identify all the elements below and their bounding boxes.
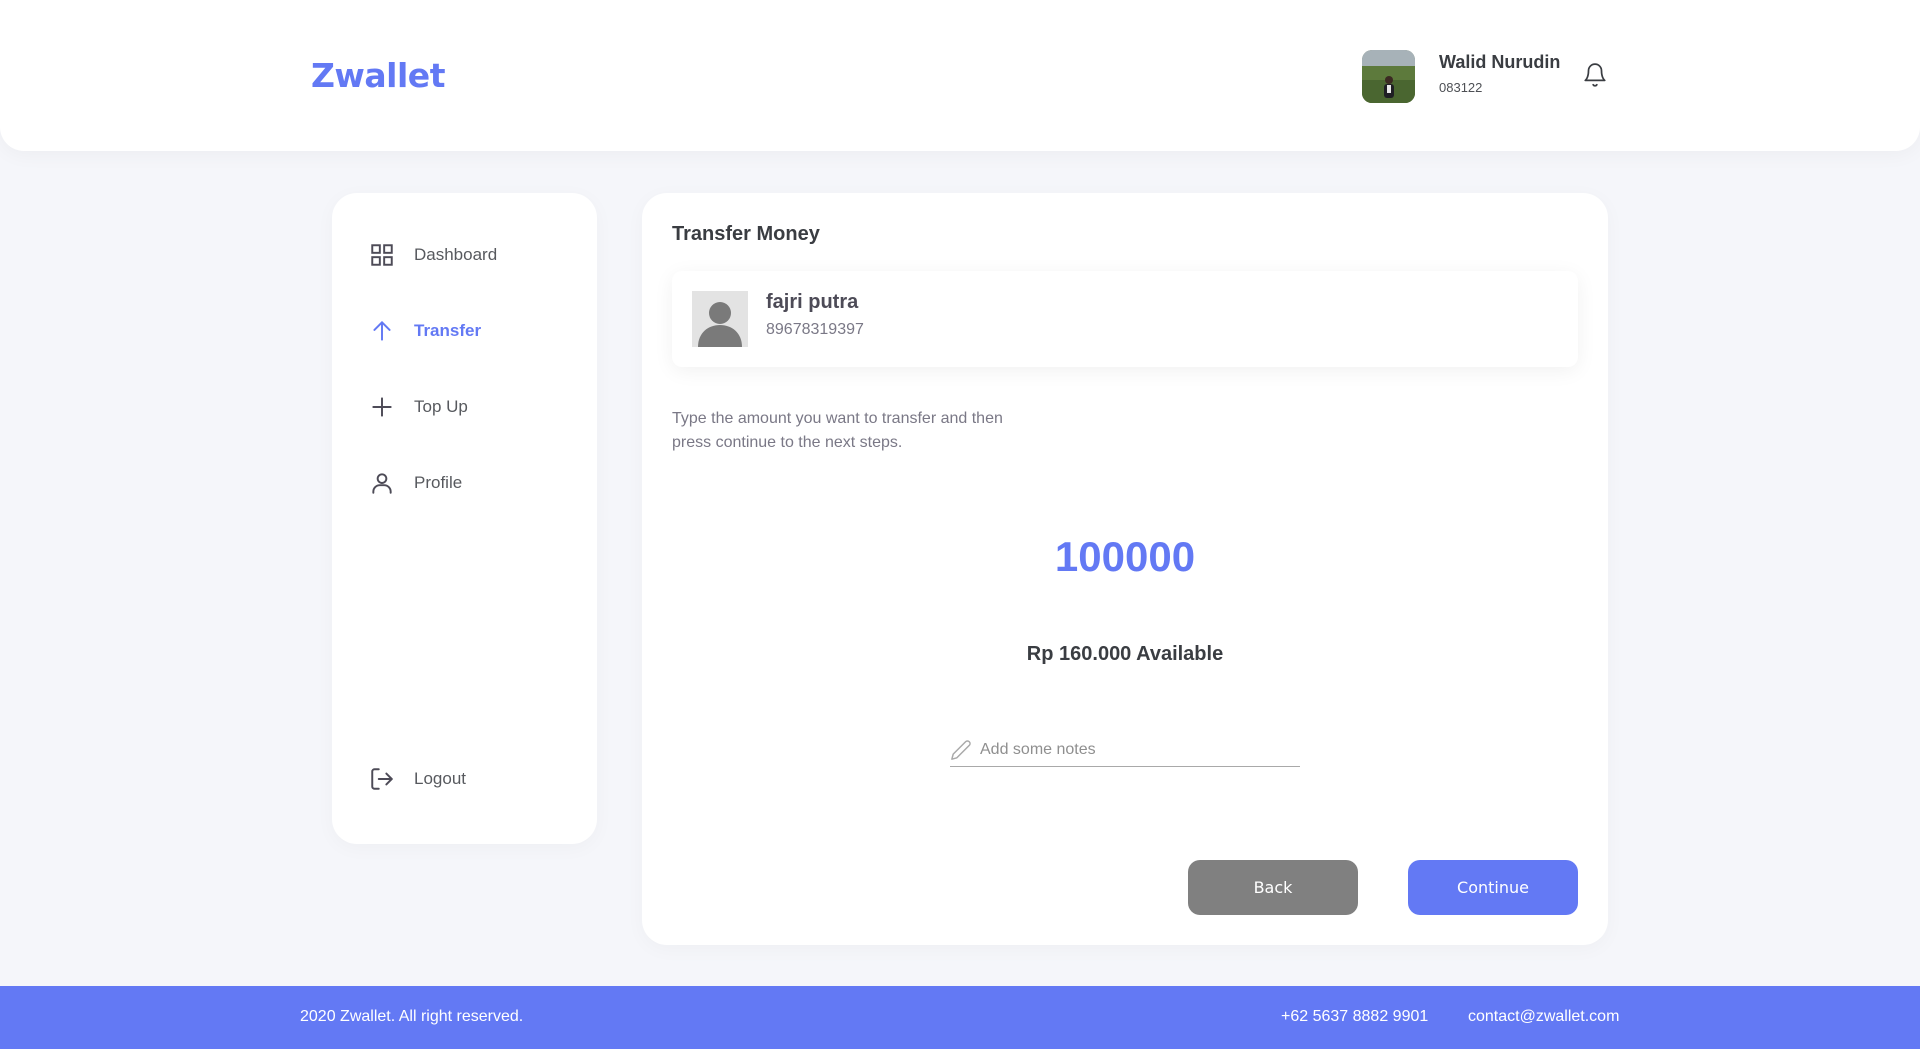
avatar-photo xyxy=(1362,50,1415,103)
recipient-name: fajri putra xyxy=(766,291,859,313)
top-header: Zwallet Walid Nurudin 083122 xyxy=(0,0,1920,151)
page-title: Transfer Money xyxy=(672,223,820,245)
sidebar: Dashboard Transfer Top Up Profile Logout xyxy=(332,193,597,844)
user-phone: 083122 xyxy=(1439,80,1483,95)
arrow-up-icon xyxy=(368,317,396,345)
bell-icon[interactable] xyxy=(1582,62,1608,88)
footer-email: contact@zwallet.com xyxy=(1468,1008,1620,1025)
continue-button[interactable]: Continue xyxy=(1408,860,1578,915)
recipient-phone: 89678319397 xyxy=(766,321,864,338)
sidebar-item-logout[interactable]: Logout xyxy=(368,763,466,795)
available-balance: Rp 160.000 Available xyxy=(1026,643,1224,665)
brand-logo[interactable]: Zwallet xyxy=(311,56,445,95)
grid-icon xyxy=(368,241,396,269)
notes-field[interactable] xyxy=(950,733,1300,767)
sidebar-item-label: Profile xyxy=(414,473,463,492)
sidebar-item-profile[interactable]: Profile xyxy=(368,467,462,499)
sidebar-item-label: Logout xyxy=(414,769,466,788)
sidebar-item-dashboard[interactable]: Dashboard xyxy=(368,239,497,271)
footer-phone: +62 5637 8882 9901 xyxy=(1281,1008,1429,1025)
user-avatar[interactable] xyxy=(1362,50,1415,103)
footer-copyright: 2020 Zwallet. All right reserved. xyxy=(300,1008,524,1025)
back-button[interactable]: Back xyxy=(1188,860,1358,915)
sidebar-item-label: Dashboard xyxy=(414,245,498,264)
footer: 2020 Zwallet. All right reserved. +62 56… xyxy=(0,986,1920,1049)
sidebar-item-label: Transfer xyxy=(414,321,482,340)
sidebar-item-transfer[interactable]: Transfer xyxy=(368,315,481,347)
user-name: Walid Nurudin xyxy=(1439,52,1561,72)
user-icon xyxy=(368,469,396,497)
recipient-card: fajri putra 89678319397 xyxy=(672,271,1578,367)
transfer-instructions: Type the amount you want to transfer and… xyxy=(672,410,1003,451)
sidebar-item-label: Top Up xyxy=(414,397,468,416)
amount-input[interactable]: 100000 xyxy=(642,533,1608,581)
sidebar-item-top-up[interactable]: Top Up xyxy=(368,391,468,423)
notes-input[interactable] xyxy=(980,740,1280,759)
pencil-icon xyxy=(950,738,974,762)
plus-icon xyxy=(368,393,396,421)
transfer-panel: Transfer Money fajri putra 89678319397 T… xyxy=(642,193,1608,945)
default-avatar-icon xyxy=(692,291,748,347)
logout-icon xyxy=(368,765,396,793)
